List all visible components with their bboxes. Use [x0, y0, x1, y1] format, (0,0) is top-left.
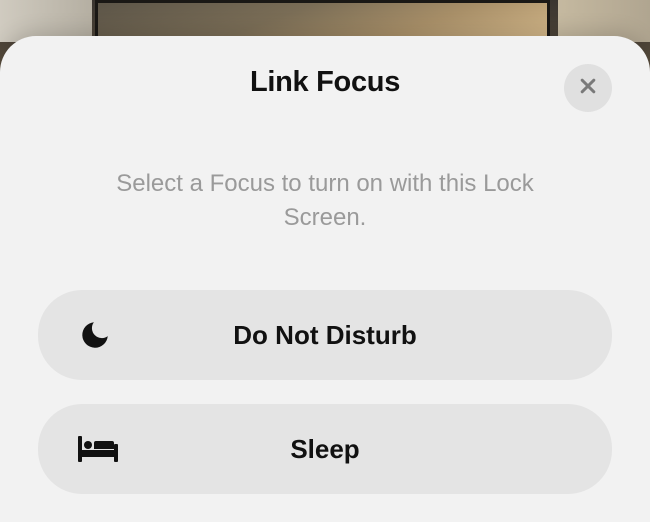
close-button[interactable]	[564, 64, 612, 112]
sheet-header: Link Focus	[38, 66, 612, 99]
sheet-title: Link Focus	[250, 66, 400, 99]
focus-option-label: Do Not Disturb	[78, 320, 572, 351]
sheet-description: Select a Focus to turn on with this Lock…	[38, 167, 612, 234]
bg-wallpaper-preview	[95, 0, 550, 40]
close-icon	[578, 76, 598, 101]
focus-option-sleep[interactable]: Sleep	[38, 404, 612, 494]
link-focus-sheet: Link Focus Select a Focus to turn on wit…	[0, 36, 650, 522]
focus-options-list: Do Not Disturb Sleep	[38, 290, 612, 494]
focus-option-label: Sleep	[78, 434, 572, 465]
focus-option-do-not-disturb[interactable]: Do Not Disturb	[38, 290, 612, 380]
